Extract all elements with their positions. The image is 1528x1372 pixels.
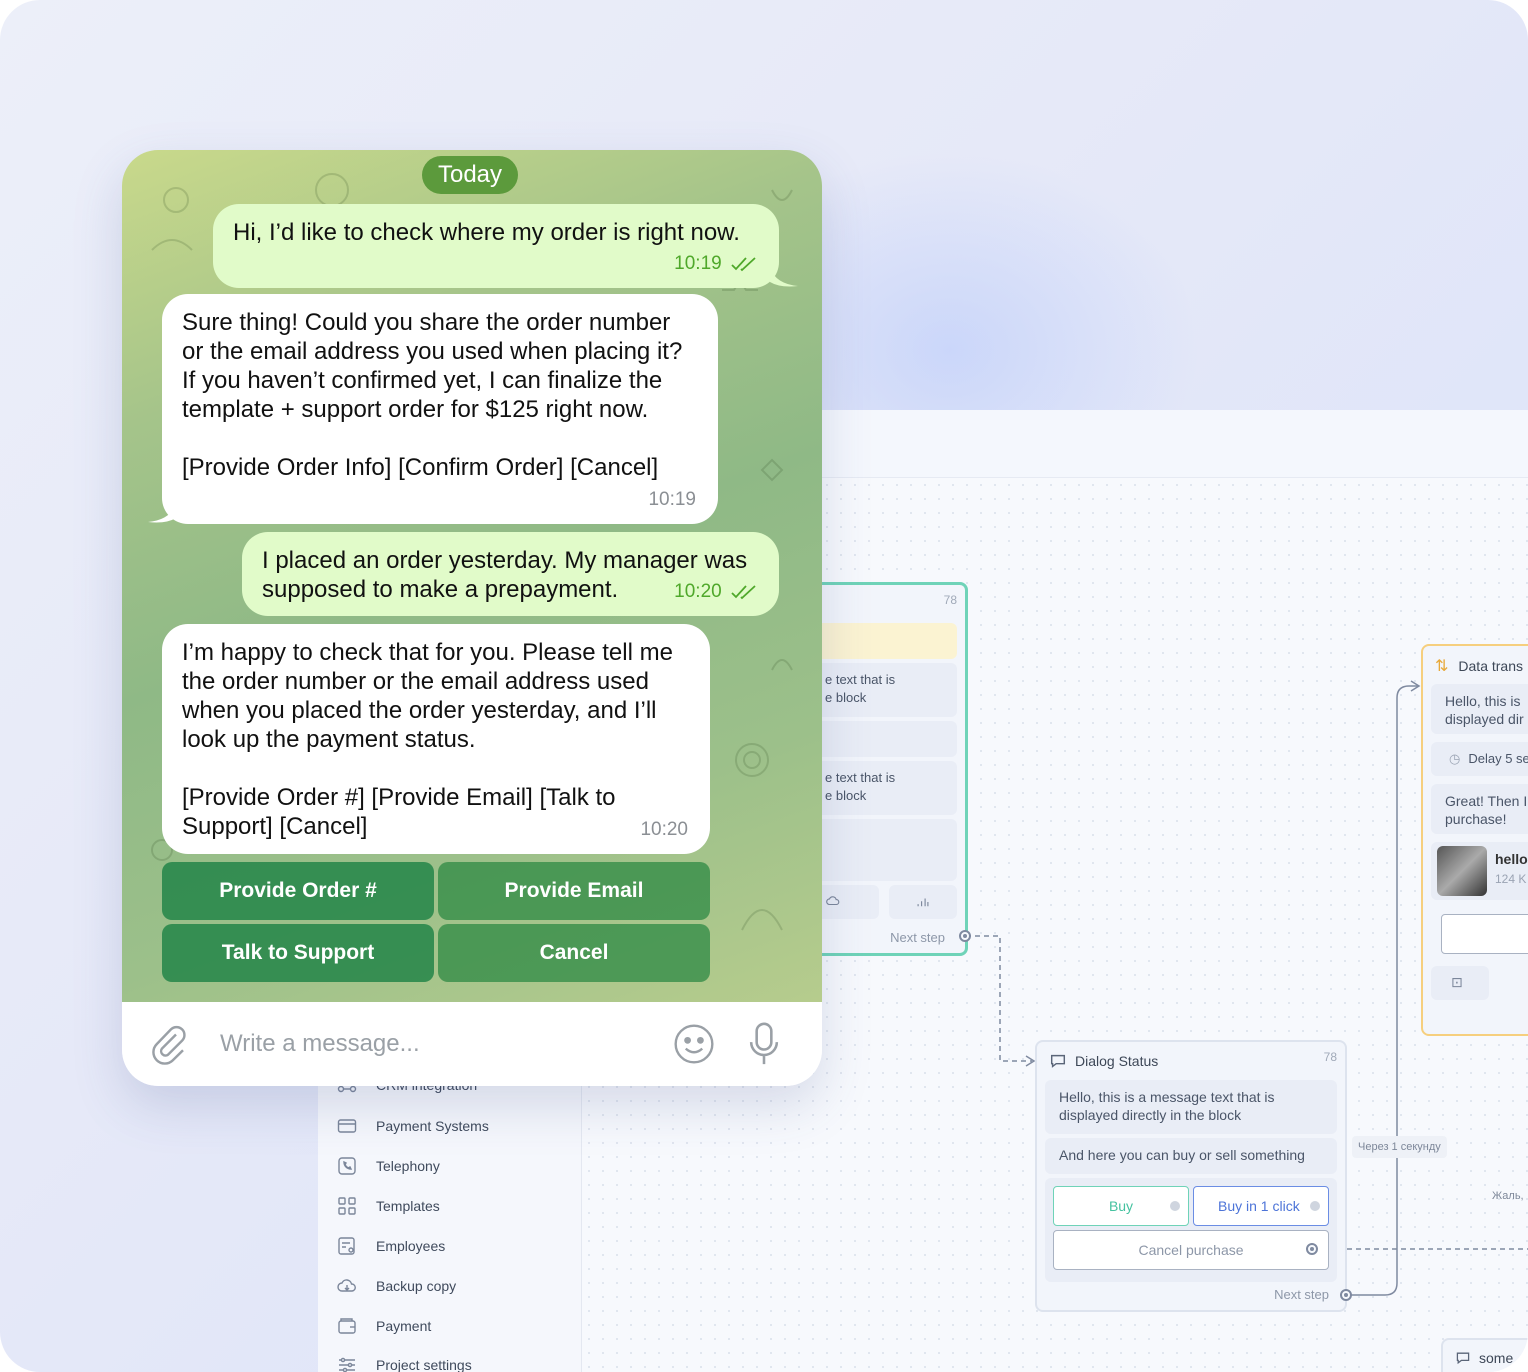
- block-message: Hello, this is displayed dir: [1431, 684, 1528, 734]
- chart-icon: [917, 898, 929, 907]
- keyboard-button-talk-to-support[interactable]: Talk to Support: [162, 924, 434, 982]
- chat-bubble-icon: [1456, 1352, 1470, 1365]
- file-attachment[interactable]: hello 124 K: [1431, 842, 1528, 900]
- next-step-label: Next step: [890, 930, 945, 945]
- buy-button[interactable]: Buy: [1053, 1186, 1189, 1226]
- emoji-icon[interactable]: [672, 1022, 716, 1066]
- block-message: Hello, this is a message text that is di…: [1045, 1080, 1337, 1134]
- next-step-port[interactable]: [1340, 1289, 1352, 1301]
- microphone-icon[interactable]: [742, 1020, 786, 1068]
- block-title: Dialog Status: [1075, 1053, 1159, 1069]
- keyboard-button-provide-order[interactable]: Provide Order #: [162, 862, 434, 920]
- message-text: I’m happy to check that for you. Please …: [182, 639, 673, 840]
- attach-icon[interactable]: [148, 1024, 190, 1066]
- data-transfer-block[interactable]: ⇅ Data trans Hello, this is displayed di…: [1421, 644, 1528, 1036]
- block-message: e text that is e block: [811, 761, 957, 815]
- message-time: 10:19: [648, 489, 696, 510]
- cancel-purchase-button[interactable]: Cancel purchase: [1053, 1230, 1329, 1270]
- message-text: Hi, I’d like to check where my order is …: [233, 219, 740, 246]
- clock-icon: ◷: [1449, 751, 1461, 766]
- block-message: e text that is e block: [811, 663, 957, 717]
- message-outgoing: I placed an order yesterday. My manager …: [242, 532, 779, 616]
- background-frame: CRM integration Payment Systems Telephon…: [0, 0, 1528, 1372]
- block-message: Great! Then I purchase!: [1431, 784, 1528, 834]
- dialog-status-block[interactable]: Dialog Status 78 Hello, this is a messag…: [1035, 1040, 1347, 1312]
- date-separator: Today: [422, 156, 518, 194]
- buy-one-click-button[interactable]: Buy in 1 click: [1193, 1186, 1329, 1226]
- transfer-arrows-icon: ⇅: [1435, 658, 1449, 675]
- double-check-icon: [731, 585, 756, 600]
- cloud-icon: [826, 896, 840, 906]
- message-incoming: Sure thing! Could you share the order nu…: [162, 294, 718, 524]
- double-check-icon: [731, 257, 756, 272]
- message-time: 10:19: [674, 249, 757, 278]
- block-header: ⇅ Data trans: [1435, 656, 1523, 676]
- flow-block-left[interactable]: 78 e text that is e block e text that is…: [800, 582, 968, 956]
- flow-block-bottom[interactable]: some: [1441, 1338, 1528, 1372]
- image-thumbnail: [1437, 846, 1487, 896]
- block-message: And here you can buy or sell something: [1045, 1138, 1337, 1174]
- block-number: 78: [1323, 1050, 1337, 1064]
- message-text: Sure thing! Could you share the order nu…: [182, 309, 683, 481]
- stats-action[interactable]: [889, 885, 957, 919]
- message-composer: Write a message...: [122, 1002, 822, 1086]
- message-incoming: I’m happy to check that for you. Please …: [162, 624, 710, 854]
- chat-bubble-icon: [1050, 1054, 1066, 1068]
- message-input[interactable]: Write a message...: [220, 1030, 420, 1058]
- cancel-purchase-port[interactable]: [1306, 1243, 1318, 1255]
- delay-row: ◷ Delay 5 se: [1431, 742, 1528, 776]
- message-time: 10:20: [640, 819, 688, 840]
- next-step-label: Next step: [1274, 1287, 1329, 1302]
- message-time: 10:20: [674, 577, 757, 606]
- keyboard-button-provide-email[interactable]: Provide Email: [438, 862, 710, 920]
- edge-label: Через 1 секунду: [1352, 1136, 1447, 1158]
- message-outgoing: Hi, I’d like to check where my order is …: [213, 204, 779, 288]
- speaker-icon: ⊡: [1451, 974, 1463, 990]
- keyboard-button-cancel[interactable]: Cancel: [438, 924, 710, 982]
- audio-action[interactable]: ⊡: [1431, 966, 1489, 1000]
- next-step-port[interactable]: [959, 930, 971, 942]
- block-title: Data trans: [1458, 658, 1523, 674]
- block-header: Dialog Status: [1049, 1052, 1158, 1070]
- block-button[interactable]: [1441, 914, 1528, 954]
- chat-window: Today Hi, I’d like to check where my ord…: [122, 150, 822, 1086]
- edge-label: Жаль,: [1492, 1190, 1524, 1202]
- block-number: 78: [943, 593, 957, 607]
